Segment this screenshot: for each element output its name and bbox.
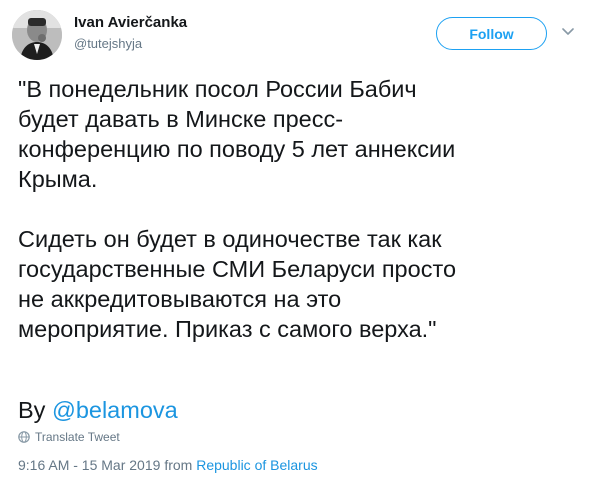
tweet-line: конференцию по поводу 5 лет аннексии [18,136,456,162]
globe-icon [18,431,30,443]
tweet-byline: By @belamova [18,395,178,425]
mention-link[interactable]: @belamova [52,397,178,423]
tweet-line: Сидеть он будет в одиночестве так как [18,226,442,252]
translate-tweet-button[interactable]: Translate Tweet [18,430,120,444]
author-handle[interactable]: @tutejshyja [74,36,142,51]
translate-label: Translate Tweet [35,430,120,444]
tweet-line: государственные СМИ Беларуси просто [18,256,457,282]
tweet-timestamp[interactable]: 9:16 AM - 15 Mar 2019 [18,457,160,473]
tweet-line: мероприятие. Приказ с самого верха." [18,316,437,342]
chevron-down-icon [562,28,574,35]
author-name[interactable]: Ivan Avierčanka [74,14,187,31]
avatar-photo [12,10,62,60]
tweet-metadata: 9:16 AM - 15 Mar 2019 from Republic of B… [18,457,318,473]
tweet-line: "В понедельник посол России Бабич [18,76,417,102]
from-word: from [164,457,193,473]
follow-button[interactable]: Follow [436,17,547,50]
tweet-line: будет давать в Минске пресс- [18,106,344,132]
tweet-line: не аккредитовываются на это [18,286,342,312]
tweet-line: Крыма. [18,166,98,192]
tweet-text: "В понедельник посол России Бабич будет … [18,74,588,344]
avatar[interactable] [12,10,62,60]
byline-prefix: By [18,397,46,423]
location-link[interactable]: Republic of Belarus [196,457,317,473]
tweet-menu-button[interactable] [560,24,576,40]
